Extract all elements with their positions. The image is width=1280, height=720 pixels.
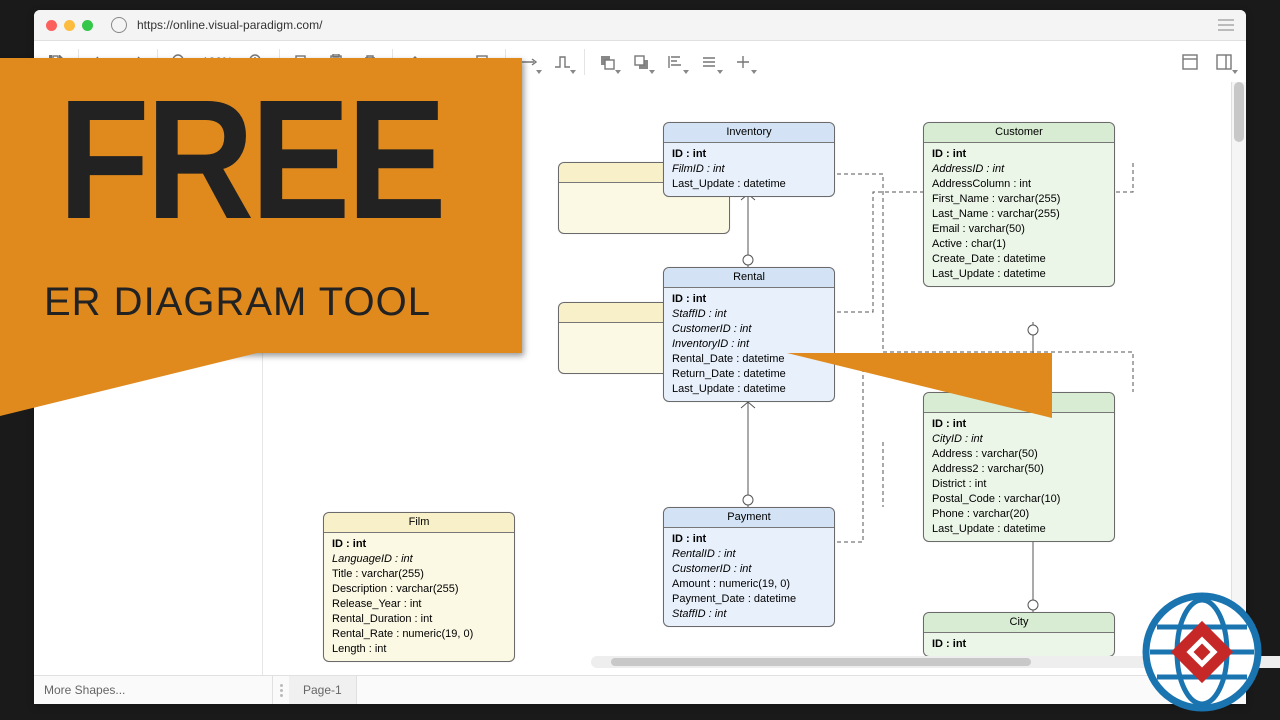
entity-header: Inventory (664, 123, 834, 143)
sidebar-category[interactable]: Entity Relationship (34, 122, 262, 149)
footer: More Shapes... Page-1 (34, 675, 1246, 704)
app-window: https://online.visual-paradigm.com/ 100% (34, 10, 1246, 704)
copy-button[interactable] (286, 46, 318, 78)
entity-header: Address (924, 393, 1114, 413)
product-logo-icon (1142, 592, 1262, 712)
line-color-button[interactable] (433, 46, 465, 78)
paste-button[interactable] (320, 46, 352, 78)
palette-entity-icon[interactable] (42, 153, 66, 171)
zoom-level[interactable]: 100% (198, 55, 237, 69)
entity-rental[interactable]: Rental ID : intStaffID : intCustomerID :… (663, 267, 835, 402)
entity-body: ID : int (924, 633, 1114, 656)
site-info-icon[interactable] (111, 17, 127, 33)
vertical-scrollbar[interactable] (1231, 82, 1246, 676)
close-icon[interactable] (46, 20, 57, 31)
app-toolbar: 100% (34, 41, 1246, 84)
entity-body: ID : intRentalID : intCustomerID : intAm… (664, 528, 834, 626)
entity-header: City (924, 613, 1114, 633)
shadow-button[interactable] (467, 46, 499, 78)
zoom-in-button[interactable] (241, 46, 273, 78)
workspace: Search Shapes Entity Relationship (34, 82, 1246, 676)
entity-body: ID : intFilmID : intLast_Update : dateti… (664, 143, 834, 196)
browser-titlebar: https://online.visual-paradigm.com/ (34, 10, 1246, 41)
minimize-icon[interactable] (64, 20, 75, 31)
distribute-button[interactable] (693, 46, 725, 78)
undo-button[interactable] (85, 46, 117, 78)
maximize-icon[interactable] (82, 20, 93, 31)
to-back-button[interactable] (625, 46, 657, 78)
entity-address[interactable]: Address ID : intCityID : intAddress : va… (923, 392, 1115, 542)
diagram-canvas[interactable]: Film ID : intLanguageID : intTitle : var… (263, 82, 1246, 676)
entity-header: Customer (924, 123, 1114, 143)
menu-icon[interactable] (1218, 19, 1234, 31)
redo-button[interactable] (119, 46, 151, 78)
entity-body: ID : intStaffID : intCustomerID : intInv… (664, 288, 834, 401)
palette-entity-green-icon[interactable] (42, 177, 66, 195)
entity-film[interactable]: Film ID : intLanguageID : intTitle : var… (323, 512, 515, 662)
address-bar[interactable]: https://online.visual-paradigm.com/ (137, 18, 322, 32)
entity-header: Rental (664, 268, 834, 288)
connector-button[interactable] (512, 46, 544, 78)
save-button[interactable] (40, 46, 72, 78)
entity-inventory[interactable]: Inventory ID : intFilmID : intLast_Updat… (663, 122, 835, 197)
waypoint-button[interactable] (546, 46, 578, 78)
to-front-button[interactable] (591, 46, 623, 78)
entity-body: ID : intCityID : intAddress : varchar(50… (924, 413, 1114, 541)
zoom-out-button[interactable] (164, 46, 196, 78)
fill-color-button[interactable] (399, 46, 431, 78)
more-shapes-button[interactable]: More Shapes... (34, 676, 273, 704)
window-controls[interactable] (46, 20, 93, 31)
page-tab[interactable]: Page-1 (289, 676, 357, 704)
entity-customer[interactable]: Customer ID : intAddressID : intAddressC… (923, 122, 1115, 287)
entity-header: Payment (664, 508, 834, 528)
entity-body: ID : intAddressID : intAddressColumn : i… (924, 143, 1114, 286)
entity-payment[interactable]: Payment ID : intRentalID : intCustomerID… (663, 507, 835, 627)
shape-sidebar: Search Shapes Entity Relationship (34, 82, 263, 676)
search-input[interactable]: Search Shapes (40, 88, 256, 116)
entity-header: Film (324, 513, 514, 533)
entity-body: ID : intLanguageID : intTitle : varchar(… (324, 533, 514, 661)
page-drag-handle[interactable] (277, 676, 285, 704)
outline-panel-button[interactable] (1208, 46, 1240, 78)
add-button[interactable] (727, 46, 759, 78)
entity-city[interactable]: City ID : int (923, 612, 1115, 657)
delete-button[interactable] (354, 46, 386, 78)
align-button[interactable] (659, 46, 691, 78)
format-panel-button[interactable] (1174, 46, 1206, 78)
